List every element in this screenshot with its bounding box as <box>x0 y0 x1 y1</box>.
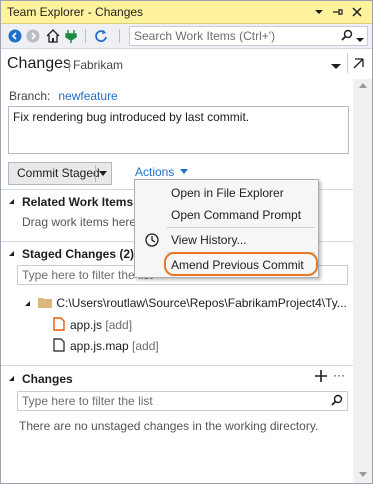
commit-staged-button[interactable]: Commit Staged <box>8 162 112 185</box>
team-explorer-window: Team Explorer - Changes Search Work Item… <box>0 0 373 484</box>
menu-item-view-history[interactable]: View History... <box>135 229 318 251</box>
vertical-scrollbar[interactable] <box>353 79 372 483</box>
folder-icon <box>38 298 53 308</box>
pin-icon[interactable] <box>329 4 345 20</box>
title-divider: | <box>68 58 72 72</box>
page-dropdown-icon[interactable] <box>331 60 341 74</box>
javascript-file-icon <box>53 317 65 331</box>
menu-item-label: Open Command Prompt <box>171 208 302 222</box>
staged-file-name: app.js.map <box>70 339 129 353</box>
add-icon[interactable] <box>315 370 327 385</box>
menu-item-label: View History... <box>171 233 247 247</box>
staged-file-name: app.js <box>70 318 103 332</box>
menu-item-label: Open in File Explorer <box>171 186 284 200</box>
search-placeholder: Search Work Items (Ctrl+') <box>134 29 276 43</box>
staged-file-status: [add] <box>105 318 133 332</box>
staged-file-status: [add] <box>132 339 159 353</box>
back-icon[interactable] <box>7 28 23 44</box>
staged-file-row[interactable]: app.js [add] <box>53 317 132 332</box>
staged-folder-row[interactable]: C:\Users\routlaw\Source\Repos\FabrikamPr… <box>25 296 347 310</box>
commit-button-divider <box>95 165 96 182</box>
menu-item-open-in-file-explorer[interactable]: Open in File Explorer <box>135 182 318 204</box>
related-work-items-title[interactable]: Related Work Items <box>22 195 133 209</box>
page-header: Changes | Fabrikam <box>1 49 372 79</box>
connect-plug-icon[interactable] <box>63 28 79 44</box>
changes-content: Branch: newfeature Fix rendering bug intr… <box>1 79 353 483</box>
staged-file-row[interactable]: app.js.map [add] <box>53 338 159 353</box>
changes-filter-input[interactable]: Type here to filter the list <box>17 391 348 411</box>
home-icon[interactable] <box>45 28 61 44</box>
menu-item-open-command-prompt[interactable]: Open Command Prompt <box>135 204 318 226</box>
highlight-outline <box>164 252 318 276</box>
title-bar: Team Explorer - Changes <box>1 1 372 24</box>
related-work-items-hint: Drag work items here <box>22 215 137 229</box>
collapse-triangle-icon[interactable] <box>9 251 14 256</box>
search-dropdown-icon[interactable] <box>356 33 364 47</box>
dropdown-arrow-icon[interactable] <box>311 4 327 20</box>
close-icon[interactable] <box>349 4 365 20</box>
page-title[interactable]: Changes <box>7 55 71 73</box>
changes-filter-placeholder: Type here to filter the list <box>22 394 153 408</box>
actions-dropdown-menu: Open in File Explorer Open Command Promp… <box>134 179 319 278</box>
toolbar-separator <box>119 29 120 43</box>
changes-section-title[interactable]: Changes <box>22 372 73 386</box>
search-icon[interactable] <box>341 29 353 44</box>
scroll-up-arrow-icon[interactable] <box>359 83 367 88</box>
history-clock-icon <box>144 232 160 251</box>
search-work-items-input[interactable]: Search Work Items (Ctrl+') <box>129 26 368 46</box>
map-file-icon <box>53 338 65 352</box>
commit-message-box[interactable]: Fix rendering bug introduced by last com… <box>8 106 349 154</box>
forward-icon[interactable] <box>25 28 41 44</box>
window-title: Team Explorer - Changes <box>7 5 144 19</box>
commit-dropdown-icon[interactable] <box>99 171 107 176</box>
staged-folder-path: C:\Users\routlaw\Source\Repos\FabrikamPr… <box>56 296 347 310</box>
actions-menu-button[interactable]: Actions <box>135 165 189 179</box>
staged-changes-title[interactable]: Staged Changes (2) <box>22 247 134 261</box>
collapse-triangle-icon[interactable] <box>9 199 14 204</box>
commit-staged-label: Commit Staged <box>17 166 100 180</box>
collapse-triangle-icon[interactable] <box>9 376 14 381</box>
branch-link[interactable]: newfeature <box>58 89 117 103</box>
actions-label: Actions <box>135 165 175 179</box>
refresh-icon[interactable] <box>93 28 109 44</box>
search-icon[interactable] <box>331 394 343 409</box>
undock-icon[interactable] <box>347 53 368 73</box>
scroll-down-arrow-icon[interactable] <box>359 472 367 477</box>
branch-label: Branch: <box>9 89 51 103</box>
branch-row: Branch: newfeature <box>9 89 118 103</box>
actions-chevron-icon <box>180 169 189 174</box>
no-unstaged-changes-text: There are no unstaged changes in the wor… <box>19 419 319 433</box>
menu-separator <box>167 227 315 228</box>
commit-message-text: Fix rendering bug introduced by last com… <box>13 110 250 124</box>
changes-section: Changes ··· Type here to filter the list… <box>1 365 353 445</box>
expand-triangle-icon[interactable] <box>25 301 30 306</box>
toolbar-separator <box>85 29 86 43</box>
project-name[interactable]: Fabrikam <box>73 58 123 72</box>
more-options-icon[interactable]: ··· <box>333 368 345 382</box>
toolbar: Search Work Items (Ctrl+') <box>1 24 372 49</box>
